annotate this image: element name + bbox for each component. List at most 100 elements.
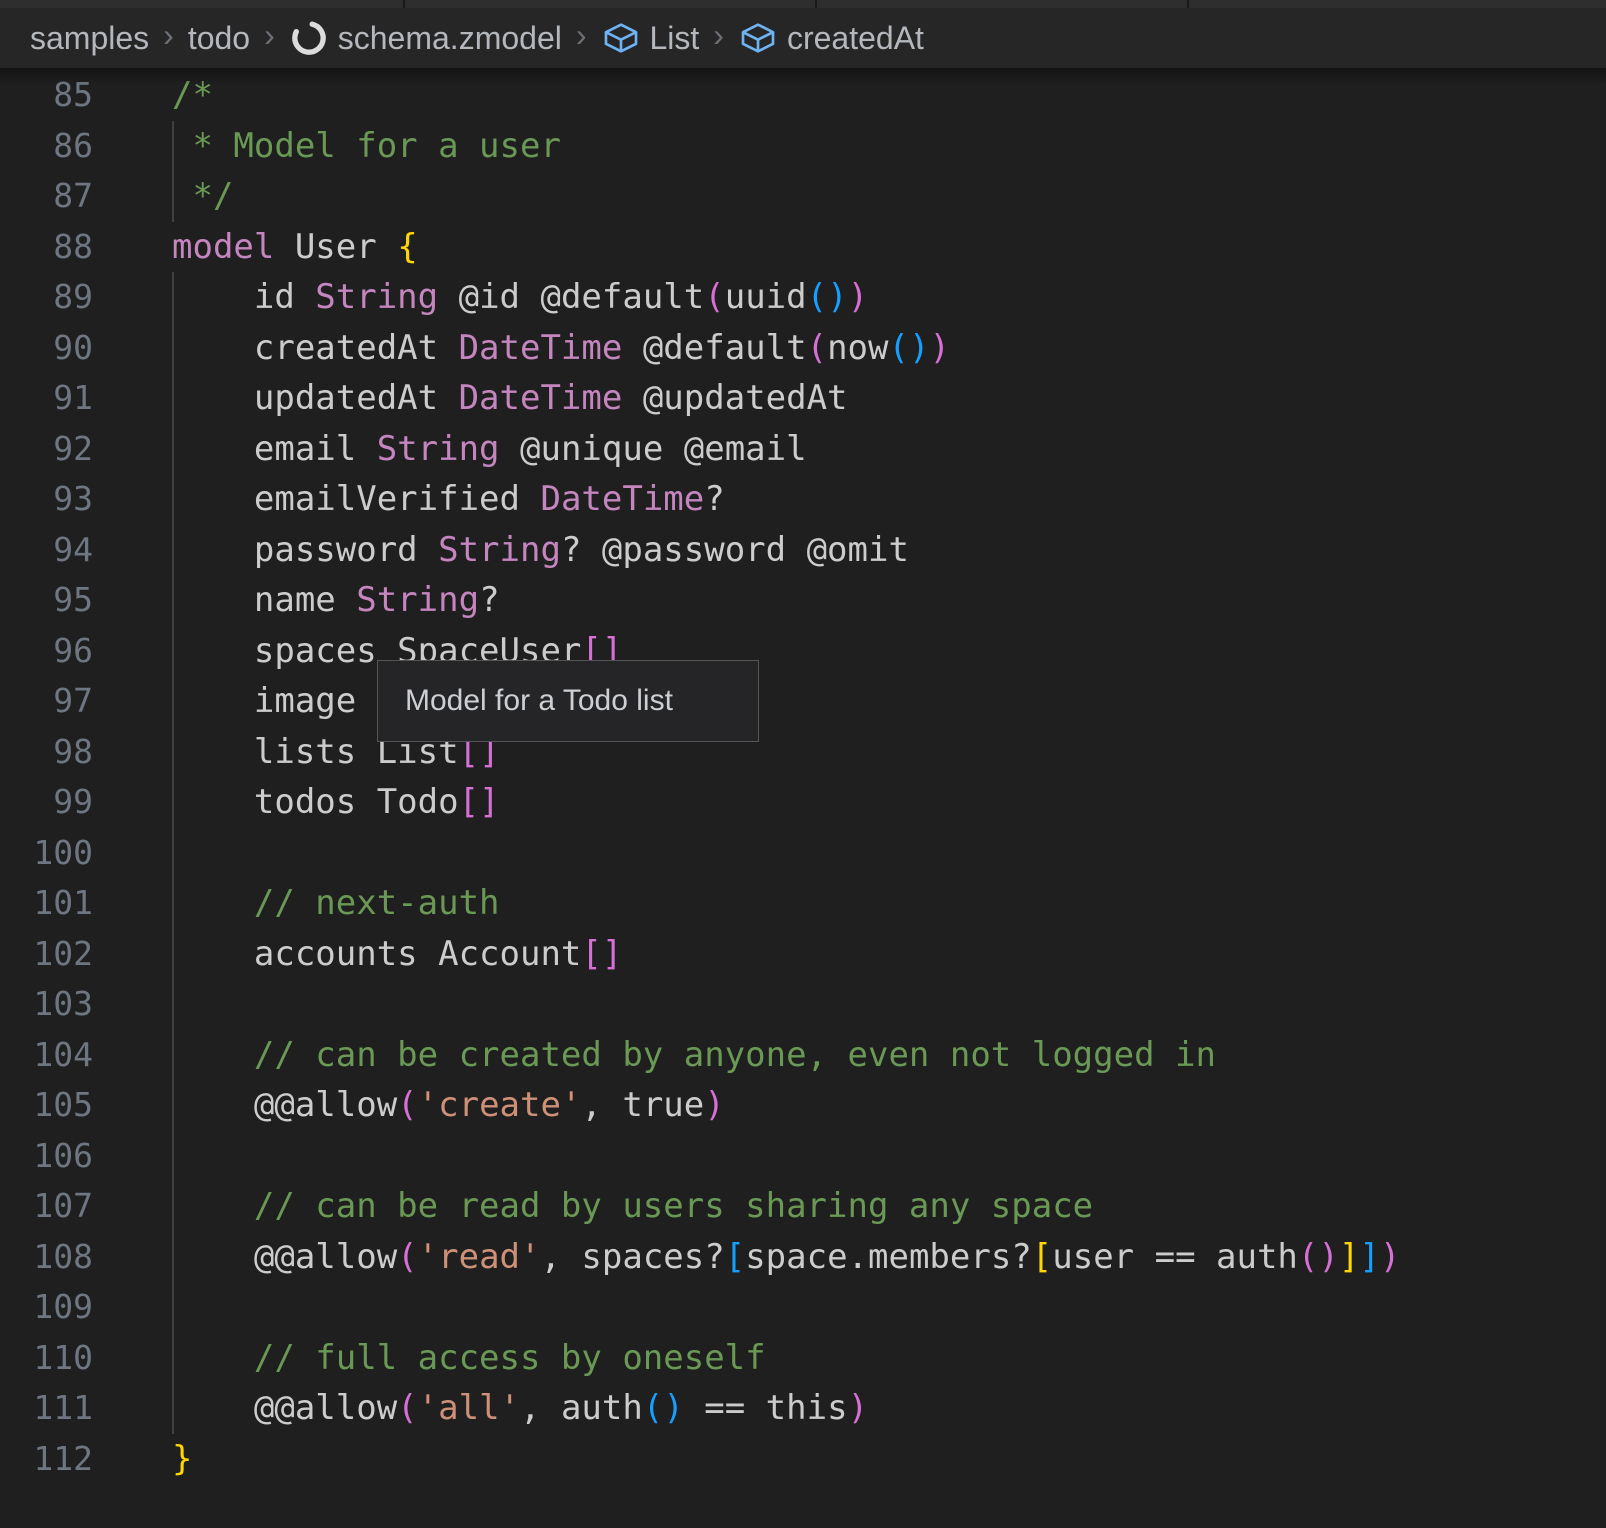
code-text: model User { <box>172 222 1606 273</box>
breadcrumb-item-todo[interactable]: todo <box>188 20 250 57</box>
token-default: ? <box>704 479 724 519</box>
code-line-105[interactable]: 105 @@allow('create', true) <box>0 1080 1606 1131</box>
line-number[interactable]: 91 <box>0 373 93 424</box>
token-b3: [ <box>725 1237 745 1277</box>
token-default: , auth <box>520 1388 643 1428</box>
code-line-94[interactable]: 94 password String? @password @omit <box>0 525 1606 576</box>
code-line-90[interactable]: 90 createdAt DateTime @default(now()) <box>0 323 1606 374</box>
tab-divider <box>403 0 405 8</box>
code-line-101[interactable]: 101 // next-auth <box>0 878 1606 929</box>
breadcrumb-item-list[interactable]: List <box>601 20 700 57</box>
line-number[interactable]: 95 <box>0 575 93 626</box>
indent-guide <box>172 828 174 879</box>
token-b3: () <box>807 277 848 317</box>
token-string: 'create' <box>418 1085 582 1125</box>
line-number[interactable]: 109 <box>0 1282 93 1333</box>
code-line-96[interactable]: 96 spaces SpaceUser[] <box>0 626 1606 677</box>
line-number[interactable]: 100 <box>0 828 93 879</box>
code-line-88[interactable]: 88 model User { <box>0 222 1606 273</box>
breadcrumb-separator: › <box>163 17 174 54</box>
code-line-107[interactable]: 107 // can be read by users sharing any … <box>0 1181 1606 1232</box>
code-line-86[interactable]: 86 * Model for a user <box>0 121 1606 172</box>
line-number[interactable]: 97 <box>0 676 93 727</box>
line-number[interactable]: 108 <box>0 1232 93 1283</box>
line-number[interactable]: 111 <box>0 1383 93 1434</box>
editor-pane[interactable]: 85/*86 * Model for a user87 */88model Us… <box>0 68 1606 1528</box>
code-line-95[interactable]: 95 name String? <box>0 575 1606 626</box>
indent-guide <box>172 929 174 980</box>
code-line-104[interactable]: 104 // can be created by anyone, even no… <box>0 1030 1606 1081</box>
code-line-112[interactable]: 112} <box>0 1434 1606 1485</box>
breadcrumb-item-samples[interactable]: samples <box>30 20 149 57</box>
code-line-85[interactable]: 85/* <box>0 70 1606 121</box>
token-string: 'all' <box>418 1388 520 1428</box>
line-number[interactable]: 101 <box>0 878 93 929</box>
code-line-98[interactable]: 98 lists List[] <box>0 727 1606 778</box>
token-default: lists <box>172 732 377 772</box>
breadcrumb-separator: › <box>713 17 724 54</box>
indent-guide <box>172 171 174 222</box>
token-type: String <box>377 429 500 469</box>
line-number[interactable]: 88 <box>0 222 93 273</box>
line-number[interactable]: 106 <box>0 1131 93 1182</box>
line-number[interactable]: 103 <box>0 979 93 1030</box>
line-number[interactable]: 85 <box>0 70 93 121</box>
code-line-110[interactable]: 110 // full access by oneself <box>0 1333 1606 1384</box>
token-b2: ( <box>807 328 827 368</box>
code-line-99[interactable]: 99 todos Todo[] <box>0 777 1606 828</box>
line-number[interactable]: 92 <box>0 424 93 475</box>
code-line-97[interactable]: 97 image <box>0 676 1606 727</box>
line-number[interactable]: 105 <box>0 1080 93 1131</box>
code-line-109[interactable]: 109 <box>0 1282 1606 1333</box>
breadcrumb-label: createdAt <box>787 20 924 57</box>
code-line-89[interactable]: 89 id String @id @default(uuid()) <box>0 272 1606 323</box>
code-text: emailVerified DateTime? <box>172 474 1606 525</box>
token-default: @updatedAt <box>622 378 847 418</box>
code-line-93[interactable]: 93 emailVerified DateTime? <box>0 474 1606 525</box>
token-comment: * Model for a user <box>172 126 561 166</box>
code-line-92[interactable]: 92 email String @unique @email <box>0 424 1606 475</box>
code-line-100[interactable]: 100 <box>0 828 1606 879</box>
line-number[interactable]: 87 <box>0 171 93 222</box>
breadcrumb-item-createdat[interactable]: createdAt <box>738 20 924 57</box>
line-number[interactable]: 110 <box>0 1333 93 1384</box>
code-line-87[interactable]: 87 */ <box>0 171 1606 222</box>
code-text <box>172 828 1606 879</box>
tab-divider <box>815 0 817 8</box>
line-number[interactable]: 90 <box>0 323 93 374</box>
line-number[interactable]: 96 <box>0 626 93 677</box>
line-number[interactable]: 112 <box>0 1434 93 1485</box>
token-default: ? @password @omit <box>561 530 909 570</box>
indent-guide <box>172 1333 174 1384</box>
line-number[interactable]: 99 <box>0 777 93 828</box>
line-number[interactable]: 89 <box>0 272 93 323</box>
code-text: // next-auth <box>172 878 1606 929</box>
line-number[interactable]: 104 <box>0 1030 93 1081</box>
code-line-102[interactable]: 102 accounts Account[] <box>0 929 1606 980</box>
line-number[interactable]: 86 <box>0 121 93 172</box>
token-default: @@allow <box>172 1085 397 1125</box>
line-number[interactable]: 98 <box>0 727 93 778</box>
line-number[interactable]: 102 <box>0 929 93 980</box>
token-b3: ] <box>1359 1237 1379 1277</box>
token-b2: ) <box>929 328 949 368</box>
line-number[interactable]: 93 <box>0 474 93 525</box>
line-number[interactable]: 94 <box>0 525 93 576</box>
code-line-103[interactable]: 103 <box>0 979 1606 1030</box>
code-line-111[interactable]: 111 @@allow('all', auth() == this) <box>0 1383 1606 1434</box>
tab-strip <box>0 0 1606 8</box>
breadcrumb: samples›todo› schema.zmodel› List› creat… <box>0 8 1606 68</box>
code-line-106[interactable]: 106 <box>0 1131 1606 1182</box>
token-default: uuid <box>725 277 807 317</box>
code-line-108[interactable]: 108 @@allow('read', spaces?[space.member… <box>0 1232 1606 1283</box>
token-string: 'read' <box>418 1237 541 1277</box>
code-line-91[interactable]: 91 updatedAt DateTime @updatedAt <box>0 373 1606 424</box>
line-number[interactable]: 107 <box>0 1181 93 1232</box>
token-b2: ) <box>848 1388 868 1428</box>
breadcrumb-item-schema-zmodel[interactable]: schema.zmodel <box>289 18 562 58</box>
code-text: // can be created by anyone, even not lo… <box>172 1030 1606 1081</box>
token-default: updatedAt <box>172 378 459 418</box>
breadcrumb-label: schema.zmodel <box>338 20 562 57</box>
indent-guide <box>172 1383 174 1434</box>
indent-guide <box>172 1282 174 1333</box>
